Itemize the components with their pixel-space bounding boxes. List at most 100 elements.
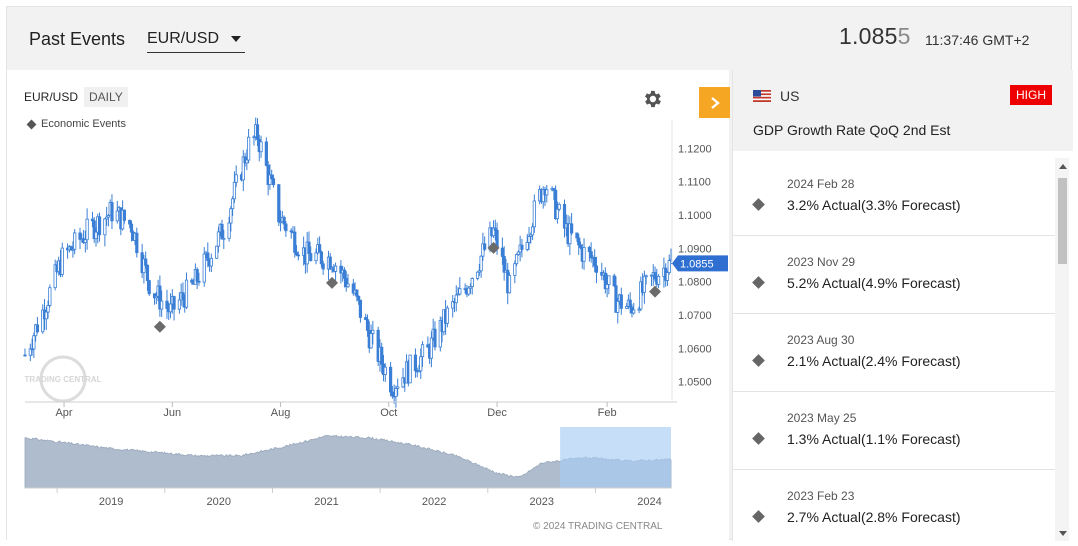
candle-body xyxy=(570,223,574,234)
diamond-icon xyxy=(752,198,765,211)
candle-body xyxy=(594,265,599,273)
event-date: 2023 Nov 29 xyxy=(787,255,856,269)
candle-body xyxy=(264,141,268,166)
candle-body xyxy=(314,252,318,262)
y-tick-label: 1.0800 xyxy=(678,277,712,289)
chart-legend[interactable]: Economic Events xyxy=(26,118,126,130)
x-tick-label: Jun xyxy=(163,407,181,419)
candle-body xyxy=(429,337,434,359)
event-list-item[interactable]: 2023 Feb 23 2.7% Actual(2.8% Forecast) xyxy=(733,470,1055,541)
candle-body xyxy=(513,263,517,276)
candle-body xyxy=(181,292,185,300)
y-tick-label: 1.0900 xyxy=(678,243,712,255)
candle-body xyxy=(255,124,260,140)
diamond-icon xyxy=(752,354,765,367)
candle-body xyxy=(656,276,661,285)
candle-body xyxy=(475,271,480,279)
diamond-icon xyxy=(752,276,765,289)
candle-body xyxy=(168,303,173,313)
candle-body xyxy=(445,307,449,324)
candle-body xyxy=(270,174,274,180)
current-price: 1.0855 xyxy=(839,23,911,50)
candle-body xyxy=(642,275,646,293)
scrollbar-thumb[interactable] xyxy=(1058,178,1067,264)
scroll-down-icon[interactable] xyxy=(1059,531,1067,536)
candle-body xyxy=(23,354,27,357)
symbol-select[interactable]: EUR/USD xyxy=(147,25,245,53)
candle-body xyxy=(419,356,423,372)
watermark-logo: TRADING CENTRAL xyxy=(25,355,102,403)
candle-body xyxy=(369,333,373,349)
candle-body xyxy=(346,283,350,288)
candle-body xyxy=(60,247,64,275)
candle-body xyxy=(135,232,139,254)
candle-body xyxy=(195,269,199,282)
candle-body xyxy=(94,231,98,240)
candle-body xyxy=(147,280,151,295)
y-tick-label: 1.0500 xyxy=(678,377,712,389)
navigator-tick-label: 2022 xyxy=(422,496,446,508)
candle-body xyxy=(46,305,50,313)
candle-body xyxy=(227,222,231,239)
navigator-tick-label: 2021 xyxy=(314,496,338,508)
page-title: Past Events xyxy=(29,29,126,49)
candle-body xyxy=(394,387,398,397)
chevron-down-icon xyxy=(231,35,241,42)
candle-body xyxy=(365,319,370,331)
candle-body xyxy=(433,328,437,348)
candle-body xyxy=(160,300,164,310)
legend-label: Economic Events xyxy=(41,118,126,130)
candle-body xyxy=(413,354,418,372)
candle-body xyxy=(612,275,616,287)
navigator-tick-label: 2024 xyxy=(637,496,661,508)
timeframe-label[interactable]: DAILY xyxy=(84,87,128,107)
candle-body xyxy=(483,243,487,250)
event-list: 2024 Feb 28 3.2% Actual(3.3% Forecast) 202… xyxy=(733,158,1055,541)
y-tick-label: 1.1200 xyxy=(678,143,712,155)
y-tick-label: 1.0700 xyxy=(678,310,712,322)
current-price-label: 1.0855 xyxy=(680,258,714,270)
candle-body xyxy=(632,309,636,314)
candle-body xyxy=(129,223,134,233)
price-chart[interactable]: TRADING CENTRAL Apr Jun Aug Oct Dec Feb 1.1200 1… xyxy=(7,70,729,541)
candle-body xyxy=(328,256,332,270)
copyright: © 2024 TRADING CENTRAL xyxy=(533,521,663,532)
candle-body xyxy=(284,223,288,232)
importance-badge: HIGH xyxy=(1010,85,1052,105)
candle-body xyxy=(319,251,323,265)
candle-body xyxy=(115,210,119,222)
chevron-right-icon xyxy=(710,96,720,109)
events-panel: US HIGH GDP Growth Rate QoQ 2nd Est 2024… xyxy=(732,70,1073,541)
candle-body xyxy=(83,239,87,243)
candle-body xyxy=(357,295,361,301)
candle-body xyxy=(507,275,512,294)
candle-body xyxy=(467,287,471,295)
event-value: 2.1% Actual(2.4% Forecast) xyxy=(787,353,961,369)
x-tick-label: Oct xyxy=(380,407,397,419)
candle-body xyxy=(396,386,400,389)
candle-body xyxy=(667,260,671,273)
event-list-item[interactable]: 2023 Aug 30 2.1% Actual(2.4% Forecast) xyxy=(733,314,1055,392)
event-country: US xyxy=(780,88,800,104)
candle-body xyxy=(110,202,114,222)
candle-body xyxy=(206,252,210,261)
scroll-up-icon[interactable] xyxy=(1059,164,1067,169)
collapse-panel-button[interactable] xyxy=(699,87,730,118)
candle-body xyxy=(555,208,560,220)
diamond-icon xyxy=(26,119,37,129)
event-list-item[interactable]: 2023 Nov 29 5.2% Actual(4.9% Forecast) xyxy=(733,236,1055,314)
candle-body xyxy=(342,269,347,279)
candle-body xyxy=(525,242,529,250)
candle-body xyxy=(390,391,394,397)
price-time: 11:37:46 GMT+2 xyxy=(925,32,1030,48)
event-list-item[interactable]: 2024 Feb 28 3.2% Actual(3.3% Forecast) xyxy=(733,158,1055,236)
candle-body xyxy=(247,136,251,161)
candle-body xyxy=(309,253,313,262)
x-tick-label: Aug xyxy=(271,407,291,419)
candle-body xyxy=(358,299,363,318)
candle-body xyxy=(371,329,375,334)
candle-body xyxy=(383,366,387,375)
gear-icon[interactable] xyxy=(641,88,663,110)
event-value: 5.2% Actual(4.9% Forecast) xyxy=(787,275,961,291)
event-list-item[interactable]: 2023 May 25 1.3% Actual(1.1% Forecast) xyxy=(733,392,1055,470)
